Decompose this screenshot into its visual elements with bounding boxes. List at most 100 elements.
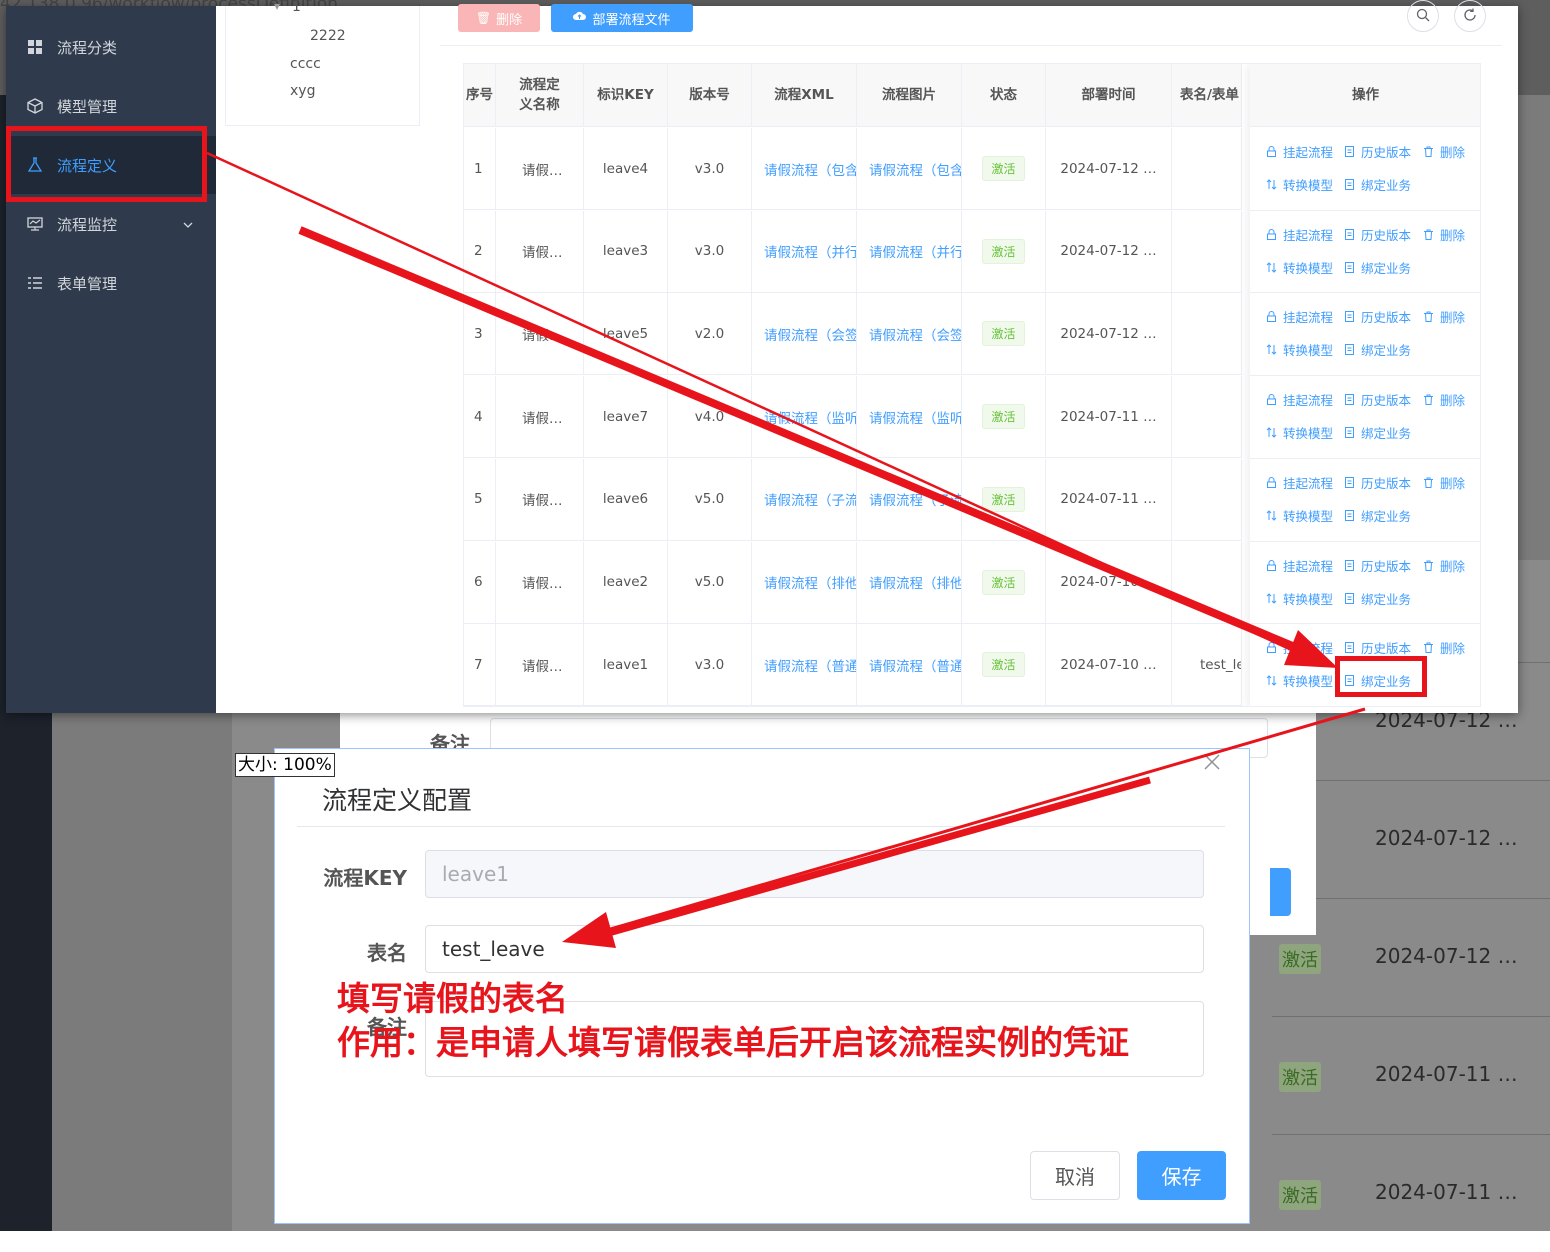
close-icon[interactable] — [1203, 753, 1221, 775]
process-xml-link[interactable]: 请假流程（监听器） — [752, 376, 857, 459]
convert-link[interactable]: 转换模型 — [1266, 258, 1333, 277]
lock-icon — [1266, 228, 1280, 240]
table-cell: leave2 — [584, 541, 668, 624]
search-button[interactable] — [1407, 0, 1439, 32]
table-cell: 2 — [464, 210, 496, 293]
process-image-link[interactable]: 请假流程（会签） — [857, 293, 962, 376]
table-header: 状态 — [962, 64, 1046, 127]
tree-node[interactable]: 1 — [292, 0, 301, 15]
process-image-link[interactable]: 请假流程（监听器） — [857, 376, 962, 459]
swap-icon — [1266, 261, 1280, 273]
table-name-input[interactable]: test_leave — [425, 925, 1204, 973]
history-link[interactable]: 历史版本 — [1344, 638, 1411, 657]
convert-link[interactable]: 转换模型 — [1266, 671, 1333, 690]
bind-link[interactable]: 绑定业务 — [1344, 258, 1411, 277]
history-link[interactable]: 历史版本 — [1344, 473, 1411, 492]
sidebar-item-form[interactable]: 表单管理 — [6, 254, 216, 312]
table-cell: leave7 — [584, 376, 668, 459]
suspend-link[interactable]: 挂起流程 — [1266, 307, 1333, 326]
cancel-button[interactable]: 取消 — [1030, 1151, 1120, 1200]
convert-link[interactable]: 转换模型 — [1266, 175, 1333, 194]
refresh-button[interactable] — [1454, 0, 1486, 32]
table-header: 操作 — [1250, 64, 1480, 127]
list-icon — [26, 275, 43, 292]
delete-link[interactable]: 删除 — [1423, 638, 1465, 657]
delete-link[interactable]: 删除 — [1423, 556, 1465, 575]
process-xml-link[interactable]: 请假流程（子流程） — [752, 458, 857, 541]
bind-link[interactable]: 绑定业务 — [1344, 589, 1411, 608]
delete-link[interactable]: 删除 — [1423, 142, 1465, 161]
process-xml-link[interactable]: 请假流程（并行网关） — [752, 210, 857, 293]
table-cell: 2024-07-12 … — [1046, 293, 1172, 376]
status-badge: 激活 — [982, 404, 1025, 430]
background-status-badge: 激活 — [1279, 1180, 1321, 1210]
table-cell — [1172, 458, 1242, 541]
process-xml-link[interactable]: 请假流程（会签） — [752, 293, 857, 376]
sidebar-item-category[interactable]: 流程分类 — [6, 18, 216, 76]
delete-link[interactable]: 删除 — [1423, 473, 1465, 492]
history-link[interactable]: 历史版本 — [1344, 390, 1411, 409]
table-cell: leave4 — [584, 128, 668, 210]
suspend-link[interactable]: 挂起流程 — [1266, 556, 1333, 575]
suspend-link[interactable]: 挂起流程 — [1266, 142, 1333, 161]
process-image-link[interactable]: 请假流程（子流程） — [857, 458, 962, 541]
table-cell: 7 — [464, 624, 496, 706]
status-badge: 激活 — [982, 652, 1025, 678]
row-divider — [1250, 540, 1480, 542]
process-image-link[interactable]: 请假流程（普通） — [857, 624, 962, 706]
op-label: 删除 — [1440, 475, 1466, 491]
deploy-button[interactable]: 部署流程文件 — [551, 4, 693, 32]
bind-link[interactable]: 绑定业务 — [1344, 175, 1411, 194]
convert-link[interactable]: 转换模型 — [1266, 423, 1333, 442]
chevron-down-icon — [182, 217, 194, 235]
delete-link[interactable]: 删除 — [1423, 390, 1465, 409]
history-link[interactable]: 历史版本 — [1344, 142, 1411, 161]
delete-link[interactable]: 删除 — [1423, 225, 1465, 244]
suspend-link[interactable]: 挂起流程 — [1266, 390, 1333, 409]
background-status-badge: 激活 — [1279, 1062, 1321, 1092]
convert-link[interactable]: 转换模型 — [1266, 506, 1333, 525]
table-cell: v3.0 — [668, 210, 752, 293]
process-xml-link[interactable]: 请假流程（普通） — [752, 624, 857, 706]
tree-node[interactable]: 2222 — [310, 28, 346, 44]
history-link[interactable]: 历史版本 — [1344, 307, 1411, 326]
convert-link[interactable]: 转换模型 — [1266, 340, 1333, 359]
suspend-link[interactable]: 挂起流程 — [1266, 473, 1333, 492]
suspend-link[interactable]: 挂起流程 — [1266, 638, 1333, 657]
process-key-input[interactable]: leave1 — [425, 850, 1204, 898]
delete-link[interactable]: 删除 — [1423, 307, 1465, 326]
process-xml-link[interactable]: 请假流程（包含网关） — [752, 128, 857, 210]
table-cell — [1172, 293, 1242, 376]
process-image-link[interactable]: 请假流程（排他网关） — [857, 541, 962, 624]
table-cell: 激活 — [962, 210, 1046, 293]
document-icon — [1344, 228, 1358, 240]
convert-link[interactable]: 转换模型 — [1266, 589, 1333, 608]
table-cell: 请假… — [496, 128, 584, 210]
history-link[interactable]: 历史版本 — [1344, 556, 1411, 575]
highlight-box-sidebar — [6, 126, 207, 202]
bind-link[interactable]: 绑定业务 — [1344, 423, 1411, 442]
tree-node[interactable]: cccc — [290, 56, 321, 72]
sidebar-item-monitor[interactable]: 流程监控 — [6, 195, 216, 253]
process-xml-link[interactable]: 请假流程（排他网关） — [752, 541, 857, 624]
save-button[interactable]: 保存 — [1137, 1151, 1226, 1200]
suspend-link[interactable]: 挂起流程 — [1266, 225, 1333, 244]
process-image-link[interactable]: 请假流程（包含网关） — [857, 128, 962, 210]
table-cell: 请假… — [496, 458, 584, 541]
status-badge: 激活 — [982, 156, 1025, 181]
table-cell: v3.0 — [668, 624, 752, 706]
tree-node[interactable]: xyg — [290, 83, 315, 99]
table-header: 流程XML — [752, 64, 857, 127]
lock-icon — [1266, 146, 1280, 157]
delete-button[interactable]: 🗑 删除 — [458, 4, 540, 32]
swap-icon — [1266, 510, 1280, 521]
history-link[interactable]: 历史版本 — [1344, 225, 1411, 244]
trash-icon — [1423, 394, 1437, 406]
trash-icon — [1423, 560, 1437, 571]
table-cell: 3 — [464, 293, 496, 376]
document-icon — [1344, 592, 1358, 604]
process-image-link[interactable]: 请假流程（并行网关） — [857, 210, 962, 293]
bind-link[interactable]: 绑定业务 — [1344, 506, 1411, 525]
bind-link[interactable]: 绑定业务 — [1344, 340, 1411, 359]
table-cell: 2024-07-11 … — [1046, 376, 1172, 459]
